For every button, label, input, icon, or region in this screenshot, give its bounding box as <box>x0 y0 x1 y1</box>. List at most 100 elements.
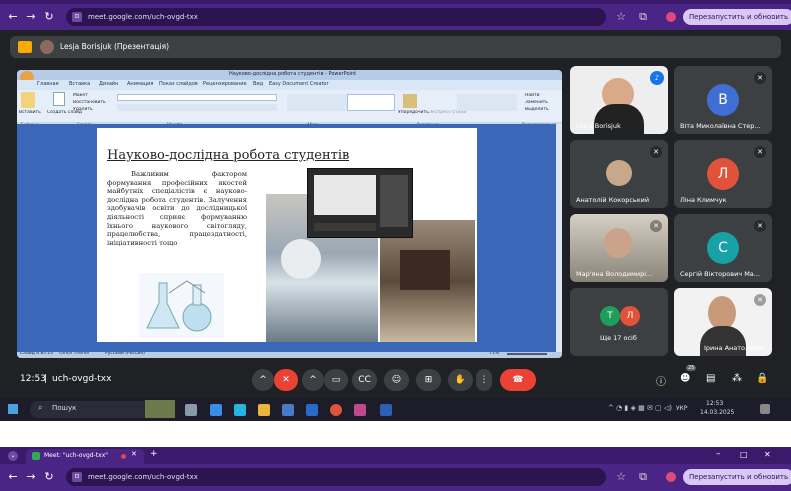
mic-options-button[interactable]: ^ <box>252 369 274 391</box>
zoom-slider[interactable] <box>507 353 547 355</box>
input-language[interactable]: УКР <box>676 405 688 412</box>
clock-date[interactable]: 14.03.2025 <box>700 409 734 416</box>
start-icon[interactable] <box>8 404 18 414</box>
more-participants-tile[interactable]: Т Л Ще 17 осіб <box>570 288 668 356</box>
shapes-gallery[interactable] <box>347 94 395 111</box>
menu-kebab-icon[interactable]: ⋮ <box>766 469 780 485</box>
raise-hand-button[interactable]: ✋ <box>448 369 473 391</box>
presentation-bar: Lesja Borisjuk (Презентація) <box>10 36 781 58</box>
participant-tile[interactable]: ♪ Lesja Borisjuk <box>570 66 668 134</box>
participant-avatar: Л <box>620 306 640 326</box>
ppt-tab[interactable]: Рецензирование <box>203 81 247 87</box>
captions-button[interactable]: CC <box>352 369 377 391</box>
file-explorer-icon[interactable] <box>258 404 270 416</box>
delete-label[interactable]: Удалить <box>73 107 93 112</box>
layout-label[interactable]: Макет <box>73 93 88 98</box>
camera-options-button[interactable]: ^ <box>302 369 324 391</box>
font-format-row[interactable] <box>117 104 277 111</box>
tab-close-icon[interactable]: ✕ <box>131 450 137 458</box>
edge-icon[interactable] <box>234 404 246 416</box>
activities-icon[interactable]: ⁂ <box>732 373 742 384</box>
select-label[interactable]: Выделить <box>525 107 549 112</box>
maximize-button[interactable]: □ <box>740 450 748 459</box>
ppt-scrollbar[interactable] <box>556 124 562 352</box>
participant-tile[interactable]: Л ✕ Ліна Климчук <box>674 140 772 208</box>
shape-format-controls[interactable] <box>457 94 517 111</box>
participant-tile[interactable]: ✕ Ірина Анатоліївна <box>674 288 772 356</box>
paste-icon[interactable] <box>21 92 35 108</box>
address-bar[interactable]: ⊡ meet.google.com/uch-ovgd-txx <box>66 8 606 26</box>
participant-name: Анатолій Кокорський <box>576 196 650 204</box>
participant-avatar: С <box>707 232 739 264</box>
new-slide-icon[interactable] <box>53 92 65 106</box>
arrange-label[interactable]: Упорядочить <box>398 110 429 115</box>
ppt-tab[interactable]: Главная <box>37 81 59 87</box>
bottles-shape <box>400 250 450 290</box>
new-tab-button[interactable]: + <box>150 449 158 459</box>
info-icon[interactable]: ⓘ <box>656 373 666 388</box>
search-highlight-image <box>145 400 175 418</box>
reset-label[interactable]: Восстановить <box>73 100 106 105</box>
present-icon <box>18 41 32 53</box>
profile-icon[interactable] <box>666 12 676 22</box>
task-view-icon[interactable] <box>185 404 197 416</box>
site-info-icon[interactable]: ⊡ <box>72 12 82 22</box>
ppt-tab[interactable]: Easy Document Creator <box>269 81 329 87</box>
tray-icons[interactable]: ^ ◔ ▮ ◈ ▦ ✉ ▢ ◁) <box>608 404 672 412</box>
back-icon[interactable]: ← <box>6 9 20 25</box>
ppt-tab[interactable]: Вставка <box>69 81 90 87</box>
participant-tile[interactable]: В ✕ Віта Миколаївна Стер... <box>674 66 772 134</box>
bookmark-icon[interactable]: ☆ <box>614 9 628 25</box>
emoji-button[interactable]: ☺ <box>384 369 409 391</box>
replace-label[interactable]: Заменить <box>525 100 548 105</box>
participant-tile[interactable]: ✕ Мар'яна Володимирі... <box>570 214 668 282</box>
address-bar[interactable]: ⊡ meet.google.com/uch-ovgd-txx <box>66 468 606 486</box>
forward-icon[interactable]: → <box>24 9 38 25</box>
notifications-icon[interactable] <box>760 404 770 414</box>
ppt-tab[interactable]: Анимация <box>127 81 153 87</box>
back-icon[interactable]: ← <box>6 469 20 485</box>
browser-tab[interactable]: Meet: "uch-ovgd-txx" ✕ <box>26 449 144 464</box>
chat-icon[interactable]: ▤ <box>706 373 715 384</box>
people-icon[interactable]: ☻ <box>680 373 690 384</box>
host-controls-icon[interactable]: 🔒 <box>756 373 768 384</box>
participant-tile[interactable]: С ✕ Сергій Вікторович Ма... <box>674 214 772 282</box>
more-options-button[interactable]: ⋮ <box>476 369 492 391</box>
close-button[interactable]: ✕ <box>764 450 771 459</box>
arrange-icon[interactable] <box>403 94 417 108</box>
menu-kebab-icon[interactable]: ⋮ <box>766 9 780 25</box>
minimize-button[interactable]: – <box>716 449 721 459</box>
embedded-meet-screenshot <box>307 168 413 238</box>
store-icon[interactable] <box>282 404 294 416</box>
camera-button[interactable]: ▭ <box>324 369 348 391</box>
meeting-separator: | <box>44 374 48 384</box>
present-button[interactable]: ⊞ <box>416 369 441 391</box>
reload-icon[interactable]: ↻ <box>42 469 56 485</box>
browser-toolbar: ← → ↻ ⊡ meet.google.com/uch-ovgd-txx ☆ ⧉… <box>0 4 791 30</box>
participant-name: Сергій Вікторович Ма... <box>680 270 760 278</box>
mic-off-button[interactable]: ✕ <box>274 369 298 391</box>
reload-icon[interactable]: ↻ <box>42 9 56 25</box>
extensions-icon[interactable]: ⧉ <box>636 9 650 25</box>
ppt-tab[interactable]: Вид <box>253 81 263 87</box>
leave-call-button[interactable]: ☎ <box>500 369 536 391</box>
ppt-tab[interactable]: Показ слайдов <box>159 81 198 87</box>
widgets-icon[interactable] <box>210 404 222 416</box>
extensions-icon[interactable]: ⧉ <box>636 469 650 485</box>
profile-icon[interactable] <box>666 472 676 482</box>
app-icon[interactable] <box>306 404 318 416</box>
clock-time[interactable]: 12:53 <box>706 400 723 407</box>
ppt-tab[interactable]: Дизайн <box>99 81 118 87</box>
font-name-select[interactable] <box>117 94 277 101</box>
bookmark-icon[interactable]: ☆ <box>614 469 628 485</box>
site-info-icon[interactable]: ⊡ <box>72 472 82 482</box>
chrome-profile-icon[interactable] <box>354 404 366 416</box>
paste-label[interactable]: Вставить <box>19 110 41 115</box>
forward-icon[interactable]: → <box>24 469 38 485</box>
embedded-toolbar <box>314 223 376 231</box>
chrome-icon[interactable] <box>330 404 342 416</box>
tab-search-icon[interactable]: ⌄ <box>8 451 18 461</box>
participant-tile[interactable]: ✕ Анатолій Кокорський <box>570 140 668 208</box>
word-icon[interactable] <box>380 404 392 416</box>
find-label[interactable]: Найти <box>525 93 540 98</box>
